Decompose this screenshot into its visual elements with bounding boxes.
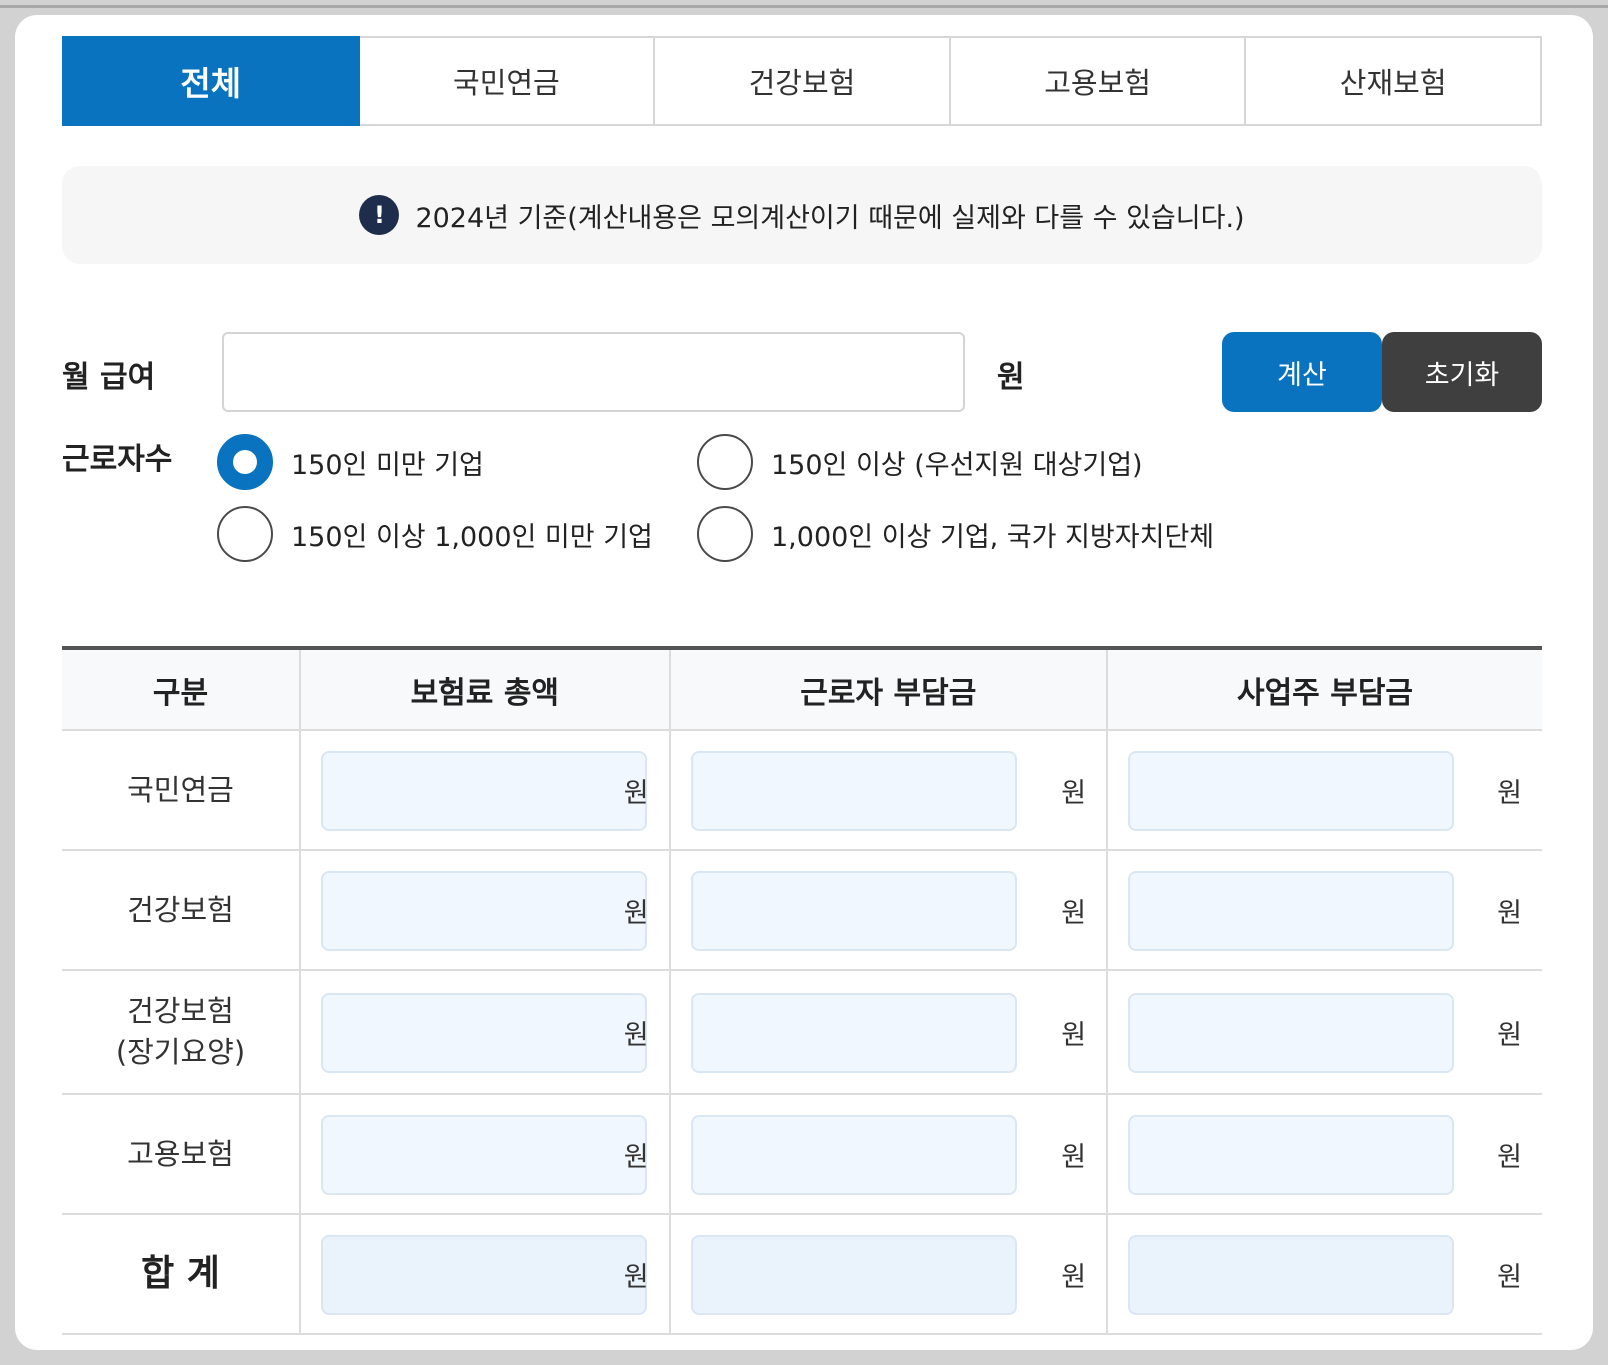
table-row-employment-insurance: 고용보험 원 원 원: [62, 1094, 1542, 1215]
header-employer-share: 사업주 부담금: [1106, 648, 1542, 731]
total-premium-output: [321, 1115, 647, 1195]
calculate-button[interactable]: 계산: [1222, 332, 1382, 412]
radio-label: 150인 미만 기업: [291, 449, 484, 481]
radio-button-checked[interactable]: [217, 434, 273, 490]
unit-label: 원: [623, 778, 649, 809]
table-row-long-term-care: 건강보험 (장기요양) 원 원 원: [62, 970, 1542, 1095]
unit-label: 원: [623, 1142, 649, 1173]
unit-label: 원: [623, 1262, 649, 1293]
row-label: 건강보험: [62, 850, 300, 971]
employee-share-sum-output: [690, 1235, 1017, 1315]
employer-share-output: [1128, 751, 1455, 831]
radio-label: 150인 이상 1,000인 미만 기업: [291, 521, 653, 553]
salary-unit: 원: [997, 360, 1025, 395]
table-row-total: 합 계 원 원 원: [62, 1214, 1542, 1335]
employer-share-output: [1128, 993, 1455, 1073]
row-label: 국민연금: [62, 730, 300, 851]
worker-count-label: 근로자수: [62, 442, 173, 477]
insurance-tabs: 전체 국민연금 건강보험 고용보험 산재보험: [62, 36, 1542, 126]
table-row-national-pension: 국민연금 원 원 원: [62, 730, 1542, 851]
total-premium-output: [321, 751, 647, 831]
unit-label: 원: [1061, 778, 1087, 809]
radio-label: 150인 이상 (우선지원 대상기업): [771, 449, 1143, 481]
table-header-row: 구분 보험료 총액 근로자 부담금 사업주 부담금: [62, 648, 1542, 731]
unit-label: 원: [623, 1020, 649, 1051]
unit-label: 원: [623, 898, 649, 929]
notice-text: 2024년 기준(계산내용은 모의계산이기 때문에 실제와 다를 수 있습니다.…: [415, 202, 1245, 234]
employee-share-output: [690, 993, 1017, 1073]
unit-label: 원: [1061, 1020, 1087, 1051]
radio-option-over-1000[interactable]: 1,000인 이상 기업, 국가 지방자치단체: [697, 506, 1214, 562]
salary-row: 월 급여 원 계산 초기화: [62, 332, 1542, 412]
reset-button[interactable]: 초기화: [1382, 332, 1542, 412]
employer-share-output: [1128, 1115, 1455, 1195]
calculator-panel: 전체 국민연금 건강보험 고용보험 산재보험 ! 2024년 기준(계산내용은 …: [15, 15, 1593, 1350]
total-premium-sum-output: [321, 1235, 647, 1315]
result-table: 구분 보험료 총액 근로자 부담금 사업주 부담금 국민연금 원 원 원 건강보…: [62, 646, 1542, 1335]
radio-option-over-150-priority[interactable]: 150인 이상 (우선지원 대상기업): [697, 434, 1143, 490]
employee-share-output: [690, 1115, 1017, 1195]
unit-label: 원: [1061, 1142, 1087, 1173]
header-employee-share: 근로자 부담금: [668, 648, 1108, 731]
table-row-health-insurance: 건강보험 원 원 원: [62, 850, 1542, 971]
row-label: 고용보험: [62, 1094, 300, 1215]
total-premium-output: [321, 993, 647, 1073]
exclamation-icon: !: [359, 195, 400, 235]
tab-health-insurance[interactable]: 건강보험: [655, 36, 951, 126]
radio-button[interactable]: [697, 434, 753, 490]
unit-label: 원: [1497, 1142, 1522, 1173]
employer-share-output: [1128, 871, 1455, 951]
total-premium-output: [321, 871, 647, 951]
calculator-content: 전체 국민연금 건강보험 고용보험 산재보험 ! 2024년 기준(계산내용은 …: [62, 36, 1542, 1335]
unit-label: 원: [1497, 898, 1522, 929]
row-label-total: 합 계: [62, 1214, 300, 1335]
radio-button[interactable]: [217, 506, 273, 562]
tab-all[interactable]: 전체: [62, 36, 360, 126]
employee-share-output: [690, 751, 1017, 831]
radio-option-150-to-1000[interactable]: 150인 이상 1,000인 미만 기업: [217, 506, 653, 562]
unit-label: 원: [1497, 1020, 1522, 1051]
employer-share-sum-output: [1128, 1235, 1455, 1315]
radio-option-under-150[interactable]: 150인 미만 기업: [217, 434, 484, 490]
header-category: 구분: [62, 648, 300, 731]
radio-button[interactable]: [697, 506, 753, 562]
window-top-border: [0, 5, 1608, 8]
salary-label: 월 급여: [62, 360, 156, 395]
salary-input[interactable]: [222, 332, 965, 412]
tab-industrial-accident-insurance[interactable]: 산재보험: [1246, 36, 1542, 126]
header-total-premium: 보험료 총액: [299, 648, 670, 731]
worker-count-group: 근로자수 150인 미만 기업 150인 이상 (우선지원 대상기업) 150인…: [62, 434, 1542, 574]
unit-label: 원: [1497, 1262, 1522, 1293]
unit-label: 원: [1061, 898, 1087, 929]
row-label: 건강보험 (장기요양): [62, 970, 300, 1095]
tab-employment-insurance[interactable]: 고용보험: [950, 36, 1247, 126]
unit-label: 원: [1497, 778, 1522, 809]
tab-national-pension[interactable]: 국민연금: [359, 36, 656, 126]
employee-share-output: [690, 871, 1017, 951]
unit-label: 원: [1061, 1262, 1087, 1293]
notice-box: ! 2024년 기준(계산내용은 모의계산이기 때문에 실제와 다를 수 있습니…: [62, 166, 1542, 264]
radio-label: 1,000인 이상 기업, 국가 지방자치단체: [771, 521, 1215, 553]
